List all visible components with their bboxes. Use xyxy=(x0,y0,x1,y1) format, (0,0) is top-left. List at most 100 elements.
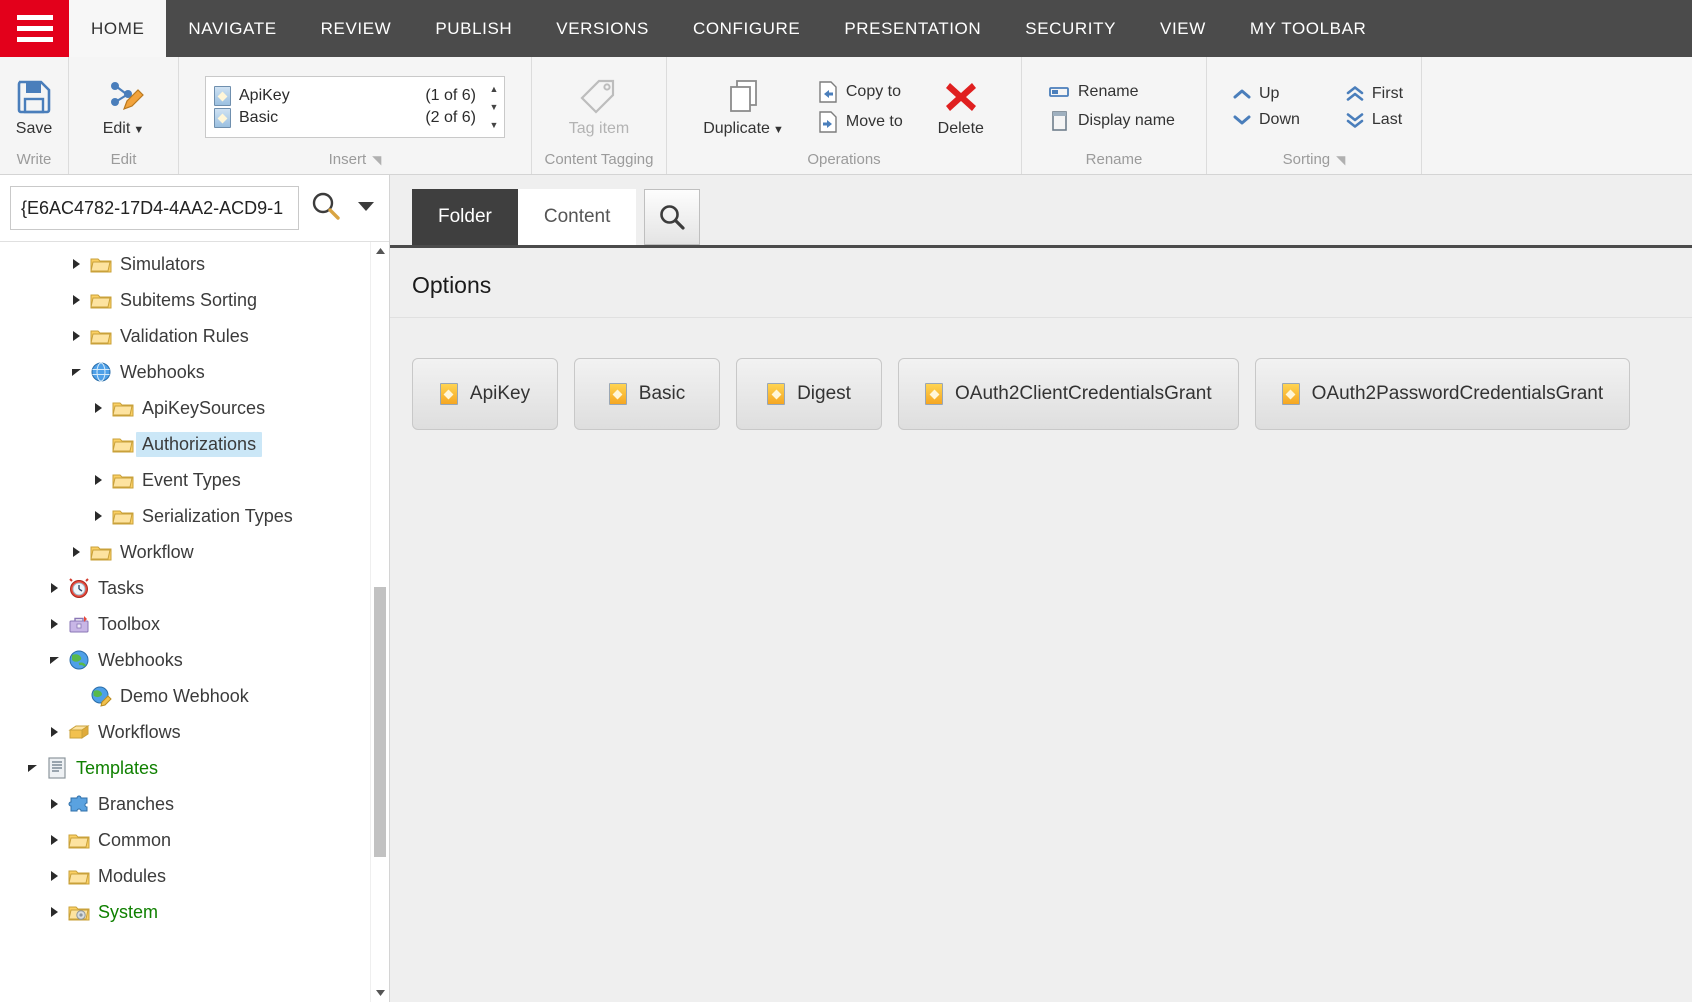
ribbon-tab-presentation[interactable]: PRESENTATION xyxy=(822,0,1003,57)
sort-last-button[interactable]: Last xyxy=(1344,110,1405,130)
tree-item-templates[interactable]: Templates xyxy=(0,750,389,786)
scroll-more-icon[interactable]: ▼ xyxy=(490,120,499,130)
editor-tab-strip: Folder Content xyxy=(390,175,1692,248)
chevron-down-icon[interactable]: ▼ xyxy=(130,124,144,136)
copy-to-button[interactable]: Copy to xyxy=(816,80,905,104)
expand-arrow-icon xyxy=(95,403,102,413)
tree-twisty[interactable] xyxy=(66,294,88,306)
sorting-firstlast: First Last xyxy=(1332,84,1417,130)
sort-down-button[interactable]: Down xyxy=(1231,110,1302,130)
tree-twisty[interactable] xyxy=(44,870,66,882)
insert-gallery[interactable]: ApiKey (1 of 6) Basic (2 of 6) ▲ ▼ ▼ xyxy=(205,76,505,138)
editor-tab-folder[interactable]: Folder xyxy=(412,189,518,245)
ribbon-tab-publish[interactable]: PUBLISH xyxy=(413,0,534,57)
tree-item-tasks[interactable]: Tasks xyxy=(0,570,389,606)
tree-item-toolbox[interactable]: Toolbox xyxy=(0,606,389,642)
tree-item-subitems-sorting[interactable]: Subitems Sorting xyxy=(0,282,389,318)
display-name-button[interactable]: Display name xyxy=(1046,109,1177,133)
tree-item-authorizations[interactable]: Authorizations xyxy=(0,426,389,462)
tree-item-serialization-types[interactable]: Serialization Types xyxy=(0,498,389,534)
ribbon-chunk-content-tagging: Tag item Content Tagging xyxy=(532,57,667,174)
scrollbar-thumb[interactable] xyxy=(374,587,386,857)
move-to-button[interactable]: Move to xyxy=(816,110,905,134)
scroll-up-icon[interactable]: ▲ xyxy=(490,84,499,94)
option-button-oauth2passwordcredentialsgrant[interactable]: OAuth2PasswordCredentialsGrant xyxy=(1254,358,1631,430)
rename-button[interactable]: Rename xyxy=(1046,81,1177,103)
operations-small-buttons: Copy to Move to xyxy=(804,80,917,134)
insert-label-text: Insert xyxy=(328,151,367,168)
hamburger-menu-icon[interactable] xyxy=(0,0,69,57)
ribbon-tab-my-toolbar[interactable]: MY TOOLBAR xyxy=(1228,0,1389,57)
duplicate-button[interactable]: Duplicate ▼ xyxy=(693,72,794,142)
template-icon xyxy=(767,383,786,405)
tree-item-label: Serialization Types xyxy=(142,505,293,526)
ribbon-tab-configure[interactable]: CONFIGURE xyxy=(671,0,822,57)
tree-twisty[interactable] xyxy=(66,367,88,377)
option-button-basic[interactable]: Basic xyxy=(574,358,720,430)
tree-item-workflow[interactable]: Workflow xyxy=(0,534,389,570)
tree-item-label: Validation Rules xyxy=(120,325,249,346)
delete-button[interactable]: Delete xyxy=(927,72,995,142)
search-options-chevron-down-icon[interactable] xyxy=(353,193,379,224)
tree-item-apikeysources[interactable]: ApiKeySources xyxy=(0,390,389,426)
tree-item-common[interactable]: Common xyxy=(0,822,389,858)
search-icon[interactable] xyxy=(309,189,343,228)
move-to-label: Move to xyxy=(845,113,903,130)
copy-to-icon xyxy=(819,81,837,103)
tree-twisty[interactable] xyxy=(44,798,66,810)
ribbon-tab-security[interactable]: SECURITY xyxy=(1003,0,1138,57)
tree-twisty[interactable] xyxy=(66,258,88,270)
tree-item-event-types[interactable]: Event Types xyxy=(0,462,389,498)
user-template-icon xyxy=(214,108,231,128)
ribbon-tab-view[interactable]: VIEW xyxy=(1138,0,1228,57)
dialog-launcher-icon[interactable]: ◥ xyxy=(1336,153,1345,167)
insert-gallery-item[interactable]: Basic (2 of 6) xyxy=(206,107,484,129)
tree-item-workflows[interactable]: Workflows xyxy=(0,714,389,750)
tree-twisty[interactable] xyxy=(44,655,66,665)
tree-item-webhooks[interactable]: Webhooks xyxy=(0,642,389,678)
save-button[interactable]: Save xyxy=(0,72,68,142)
ribbon-tab-home[interactable]: HOME xyxy=(69,0,167,57)
tree-twisty[interactable] xyxy=(66,546,88,558)
ribbon-tab-review[interactable]: REVIEW xyxy=(299,0,414,57)
tree-twisty[interactable] xyxy=(66,330,88,342)
tree-twisty[interactable] xyxy=(44,618,66,630)
folder-gear-icon xyxy=(66,903,92,922)
tree-twisty[interactable] xyxy=(88,510,110,522)
tree-item-demo-webhook[interactable]: Demo Webhook xyxy=(0,678,389,714)
scroll-down-icon[interactable]: ▼ xyxy=(490,102,499,112)
insert-gallery-scrollbar[interactable]: ▲ ▼ ▼ xyxy=(484,77,504,137)
tree-twisty[interactable] xyxy=(44,834,66,846)
scroll-up-arrow-icon[interactable] xyxy=(371,242,389,260)
scroll-down-arrow-icon[interactable] xyxy=(371,984,389,1002)
tree-twisty[interactable] xyxy=(44,726,66,738)
option-button-digest[interactable]: Digest xyxy=(736,358,882,430)
insert-gallery-item[interactable]: ApiKey (1 of 6) xyxy=(206,85,484,107)
option-button-oauth2clientcredentialsgrant[interactable]: OAuth2ClientCredentialsGrant xyxy=(898,358,1239,430)
sort-up-button[interactable]: Up xyxy=(1231,84,1302,104)
tree-twisty[interactable] xyxy=(44,906,66,918)
dialog-launcher-icon[interactable]: ◥ xyxy=(372,153,381,167)
tree-item-system[interactable]: System xyxy=(0,894,389,930)
editor-search-button[interactable] xyxy=(644,189,701,245)
editor-tab-content[interactable]: Content xyxy=(517,189,637,245)
tree-item-webhooks[interactable]: Webhooks xyxy=(0,354,389,390)
chevron-down-icon[interactable]: ▼ xyxy=(770,124,784,136)
edit-button[interactable]: Edit ▼ xyxy=(90,72,158,142)
tree-vertical-scrollbar[interactable] xyxy=(370,242,389,1002)
option-button-apikey[interactable]: ApiKey xyxy=(412,358,558,430)
tree-item-simulators[interactable]: Simulators xyxy=(0,246,389,282)
ribbon-strip: Save Write Edit ▼ Edit ApiKey (1 of 6) B… xyxy=(0,57,1692,175)
tree-twisty[interactable] xyxy=(88,474,110,486)
tree-item-modules[interactable]: Modules xyxy=(0,858,389,894)
tag-item-button[interactable]: Tag item xyxy=(559,72,639,142)
search-input[interactable] xyxy=(10,186,299,230)
tree-twisty[interactable] xyxy=(44,582,66,594)
ribbon-tab-navigate[interactable]: NAVIGATE xyxy=(166,0,298,57)
tree-twisty[interactable] xyxy=(88,402,110,414)
sort-first-button[interactable]: First xyxy=(1344,84,1405,104)
tree-twisty[interactable] xyxy=(22,763,44,773)
tree-item-branches[interactable]: Branches xyxy=(0,786,389,822)
ribbon-tab-versions[interactable]: VERSIONS xyxy=(534,0,671,57)
tree-item-validation-rules[interactable]: Validation Rules xyxy=(0,318,389,354)
